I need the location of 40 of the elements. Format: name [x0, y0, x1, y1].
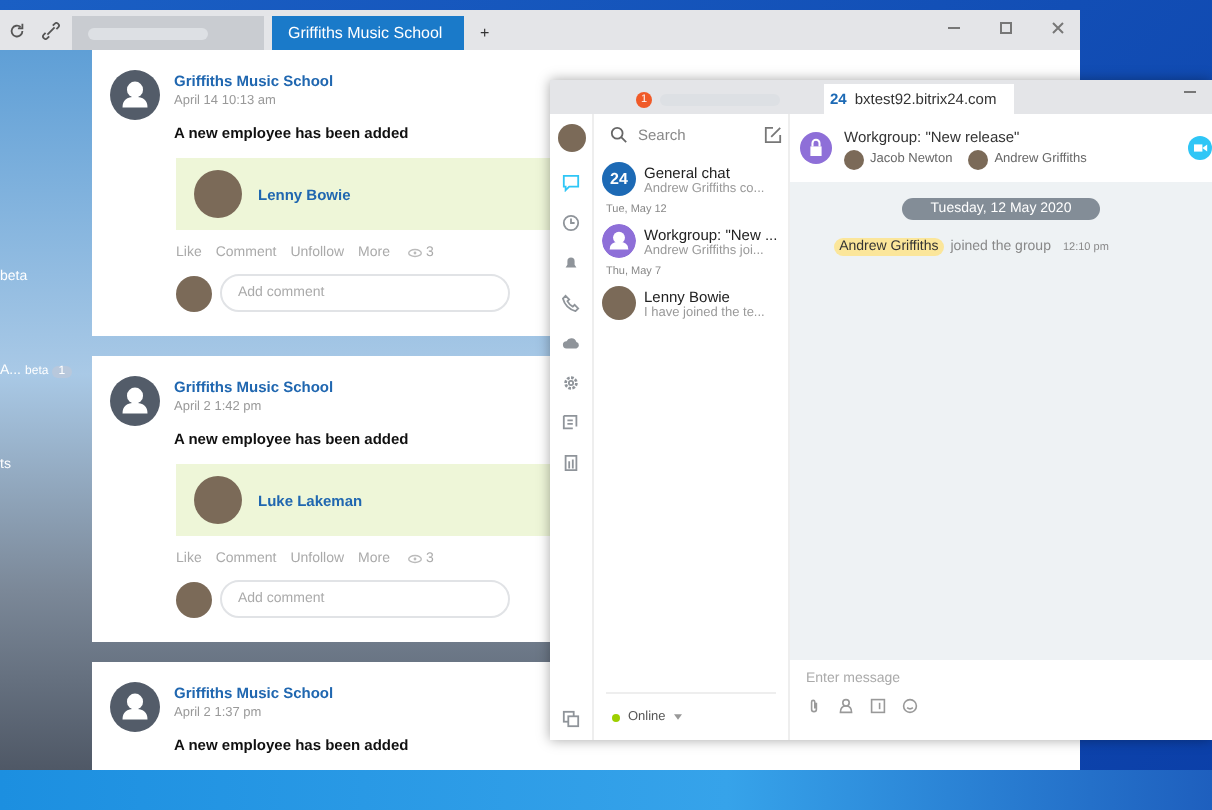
photo-placeholder [968, 149, 989, 169]
photo-placeholder [557, 124, 585, 152]
compose-icon[interactable] [764, 126, 782, 144]
doc-icon[interactable] [562, 414, 580, 432]
bell-icon[interactable] [562, 254, 580, 272]
chat-avatar: 24 [602, 162, 636, 196]
browser-tab[interactable]: Griffiths Music School [272, 16, 464, 50]
avatar-icon [110, 70, 160, 120]
person-icon[interactable] [838, 698, 854, 714]
eye-icon [408, 554, 422, 564]
photo-placeholder [194, 476, 242, 524]
link-icon[interactable] [42, 22, 60, 40]
search-icon [610, 126, 628, 144]
windows-icon[interactable] [562, 710, 580, 728]
clock-icon[interactable] [562, 214, 580, 232]
avatar-icon [110, 682, 160, 732]
phone-icon[interactable] [562, 294, 580, 312]
maximize-icon[interactable] [996, 18, 1016, 38]
photo-placeholder [194, 170, 242, 218]
close-icon[interactable] [1048, 18, 1068, 38]
eye-icon [408, 248, 422, 258]
gear-icon[interactable] [562, 374, 580, 392]
reload-icon[interactable] [8, 22, 26, 40]
cloud-icon[interactable] [562, 334, 580, 352]
lock-icon [800, 132, 832, 164]
group-avatar-icon [602, 224, 636, 258]
photo-placeholder [176, 581, 212, 617]
paperclip-icon[interactable] [806, 698, 822, 714]
new-tab-button[interactable]: + [480, 24, 490, 42]
bars-icon[interactable] [562, 454, 580, 472]
avatar-icon [110, 376, 160, 426]
caret-icon [673, 714, 682, 720]
photo-placeholder [602, 286, 636, 320]
photo-placeholder [176, 275, 212, 311]
smiley-icon[interactable] [902, 698, 918, 714]
chat-icon[interactable] [562, 174, 580, 192]
note-icon[interactable] [870, 698, 886, 714]
beta-label: beta [25, 365, 49, 377]
photo-placeholder [844, 149, 864, 169]
video-call-icon[interactable] [1188, 136, 1212, 160]
